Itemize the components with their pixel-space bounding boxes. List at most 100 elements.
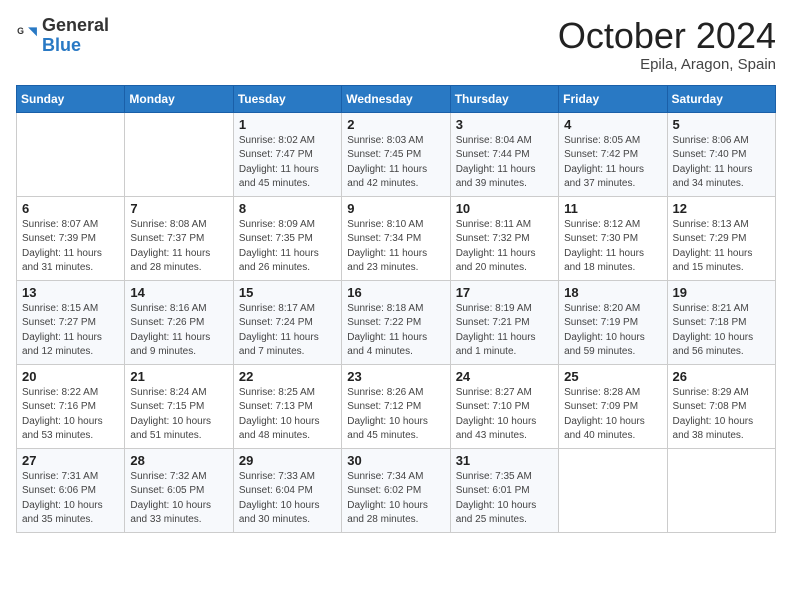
day-info: Sunrise: 8:20 AMSunset: 7:19 PMDaylight:… [564,302,661,360]
calendar-cell: 30 Sunrise: 7:34 AMSunset: 6:02 PMDayligh… [342,448,450,532]
calendar-cell: 1 Sunrise: 8:02 AMSunset: 7:47 PMDaylight… [233,112,341,196]
day-number: 28 [130,453,227,468]
day-number: 9 [347,201,444,216]
svg-text:G: G [17,26,24,36]
day-info: Sunrise: 8:22 AMSunset: 7:16 PMDaylight:… [22,386,119,444]
calendar-cell [667,448,775,532]
weekday-header-cell: Saturday [667,85,775,112]
day-info: Sunrise: 8:05 AMSunset: 7:42 PMDaylight:… [564,134,661,192]
day-number: 12 [673,201,770,216]
day-info: Sunrise: 8:28 AMSunset: 7:09 PMDaylight:… [564,386,661,444]
calendar-cell: 26 Sunrise: 8:29 AMSunset: 7:08 PMDayligh… [667,364,775,448]
calendar-week-row: 6 Sunrise: 8:07 AMSunset: 7:39 PMDaylight… [17,196,776,280]
weekday-header-cell: Wednesday [342,85,450,112]
calendar-cell: 5Sunrise: 8:06 AMSunset: 7:40 PMDaylight… [667,112,775,196]
weekday-header-cell: Friday [559,85,667,112]
day-number: 2 [347,117,444,132]
calendar-cell: 19 Sunrise: 8:21 AMSunset: 7:18 PMDayligh… [667,280,775,364]
calendar-week-row: 20Sunrise: 8:22 AMSunset: 7:16 PMDayligh… [17,364,776,448]
calendar-cell: 31Sunrise: 7:35 AMSunset: 6:01 PMDayligh… [450,448,558,532]
logo: G General Blue [16,16,109,56]
day-number: 24 [456,369,553,384]
day-number: 11 [564,201,661,216]
calendar-cell: 22 Sunrise: 8:25 AMSunset: 7:13 PMDayligh… [233,364,341,448]
day-info: Sunrise: 8:25 AMSunset: 7:13 PMDaylight:… [239,386,336,444]
day-info: Sunrise: 7:33 AMSunset: 6:04 PMDaylight:… [239,470,336,528]
day-number: 26 [673,369,770,384]
calendar-cell: 28 Sunrise: 7:32 AMSunset: 6:05 PMDayligh… [125,448,233,532]
day-info: Sunrise: 8:03 AMSunset: 7:45 PMDaylight:… [347,134,444,192]
calendar-cell: 25 Sunrise: 8:28 AMSunset: 7:09 PMDayligh… [559,364,667,448]
day-number: 4 [564,117,661,132]
day-number: 1 [239,117,336,132]
day-number: 18 [564,285,661,300]
day-info: Sunrise: 8:07 AMSunset: 7:39 PMDaylight:… [22,218,119,276]
calendar-week-row: 27 Sunrise: 7:31 AMSunset: 6:06 PMDayligh… [17,448,776,532]
calendar-cell: 29 Sunrise: 7:33 AMSunset: 6:04 PMDayligh… [233,448,341,532]
day-number: 27 [22,453,119,468]
day-number: 13 [22,285,119,300]
day-info: Sunrise: 8:04 AMSunset: 7:44 PMDaylight:… [456,134,553,192]
page-header: G General Blue October 2024 Epila, Arago… [16,16,776,73]
title-area: October 2024 Epila, Aragon, Spain [558,16,776,73]
calendar-cell: 4 Sunrise: 8:05 AMSunset: 7:42 PMDaylight… [559,112,667,196]
day-info: Sunrise: 8:09 AMSunset: 7:35 PMDaylight:… [239,218,336,276]
calendar-cell: 8 Sunrise: 8:09 AMSunset: 7:35 PMDaylight… [233,196,341,280]
weekday-header-cell: Monday [125,85,233,112]
day-info: Sunrise: 7:32 AMSunset: 6:05 PMDaylight:… [130,470,227,528]
day-info: Sunrise: 8:27 AMSunset: 7:10 PMDaylight:… [456,386,553,444]
day-info: Sunrise: 8:21 AMSunset: 7:18 PMDaylight:… [673,302,770,360]
calendar-cell: 20Sunrise: 8:22 AMSunset: 7:16 PMDayligh… [17,364,125,448]
day-info: Sunrise: 7:34 AMSunset: 6:02 PMDaylight:… [347,470,444,528]
calendar-week-row: 13Sunrise: 8:15 AMSunset: 7:27 PMDayligh… [17,280,776,364]
calendar-table: SundayMondayTuesdayWednesdayThursdayFrid… [16,85,776,533]
day-number: 30 [347,453,444,468]
weekday-header-cell: Sunday [17,85,125,112]
calendar-cell: 21 Sunrise: 8:24 AMSunset: 7:15 PMDayligh… [125,364,233,448]
day-info: Sunrise: 8:29 AMSunset: 7:08 PMDaylight:… [673,386,770,444]
day-number: 23 [347,369,444,384]
location-title: Epila, Aragon, Spain [558,56,776,73]
calendar-cell: 9Sunrise: 8:10 AMSunset: 7:34 PMDaylight… [342,196,450,280]
calendar-cell: 24 Sunrise: 8:27 AMSunset: 7:10 PMDayligh… [450,364,558,448]
day-number: 15 [239,285,336,300]
calendar-cell: 12 Sunrise: 8:13 AMSunset: 7:29 PMDayligh… [667,196,775,280]
day-info: Sunrise: 8:24 AMSunset: 7:15 PMDaylight:… [130,386,227,444]
day-info: Sunrise: 8:12 AMSunset: 7:30 PMDaylight:… [564,218,661,276]
day-info: Sunrise: 8:19 AMSunset: 7:21 PMDaylight:… [456,302,553,360]
day-info: Sunrise: 8:26 AMSunset: 7:12 PMDaylight:… [347,386,444,444]
day-number: 31 [456,453,553,468]
day-number: 14 [130,285,227,300]
calendar-cell: 17Sunrise: 8:19 AMSunset: 7:21 PMDayligh… [450,280,558,364]
calendar-cell: 18 Sunrise: 8:20 AMSunset: 7:19 PMDayligh… [559,280,667,364]
calendar-cell: 16 Sunrise: 8:18 AMSunset: 7:22 PMDayligh… [342,280,450,364]
day-number: 6 [22,201,119,216]
day-number: 16 [347,285,444,300]
logo-text-general: General [42,15,109,35]
day-number: 25 [564,369,661,384]
day-number: 22 [239,369,336,384]
day-info: Sunrise: 8:02 AMSunset: 7:47 PMDaylight:… [239,134,336,192]
calendar-body: 1 Sunrise: 8:02 AMSunset: 7:47 PMDaylight… [17,112,776,532]
calendar-cell: 2 Sunrise: 8:03 AMSunset: 7:45 PMDaylight… [342,112,450,196]
day-info: Sunrise: 8:16 AMSunset: 7:26 PMDaylight:… [130,302,227,360]
day-number: 29 [239,453,336,468]
logo-text-blue: Blue [42,35,81,55]
day-info: Sunrise: 8:17 AMSunset: 7:24 PMDaylight:… [239,302,336,360]
calendar-cell [17,112,125,196]
day-number: 19 [673,285,770,300]
day-info: Sunrise: 8:18 AMSunset: 7:22 PMDaylight:… [347,302,444,360]
calendar-cell: 15 Sunrise: 8:17 AMSunset: 7:24 PMDayligh… [233,280,341,364]
day-number: 5 [673,117,770,132]
day-info: Sunrise: 7:31 AMSunset: 6:06 PMDaylight:… [22,470,119,528]
day-number: 3 [456,117,553,132]
calendar-cell: 11 Sunrise: 8:12 AMSunset: 7:30 PMDayligh… [559,196,667,280]
day-number: 21 [130,369,227,384]
calendar-cell: 6 Sunrise: 8:07 AMSunset: 7:39 PMDaylight… [17,196,125,280]
day-number: 8 [239,201,336,216]
day-info: Sunrise: 8:13 AMSunset: 7:29 PMDaylight:… [673,218,770,276]
calendar-cell: 14 Sunrise: 8:16 AMSunset: 7:26 PMDayligh… [125,280,233,364]
calendar-week-row: 1 Sunrise: 8:02 AMSunset: 7:47 PMDaylight… [17,112,776,196]
month-title: October 2024 [558,16,776,56]
weekday-header-cell: Tuesday [233,85,341,112]
